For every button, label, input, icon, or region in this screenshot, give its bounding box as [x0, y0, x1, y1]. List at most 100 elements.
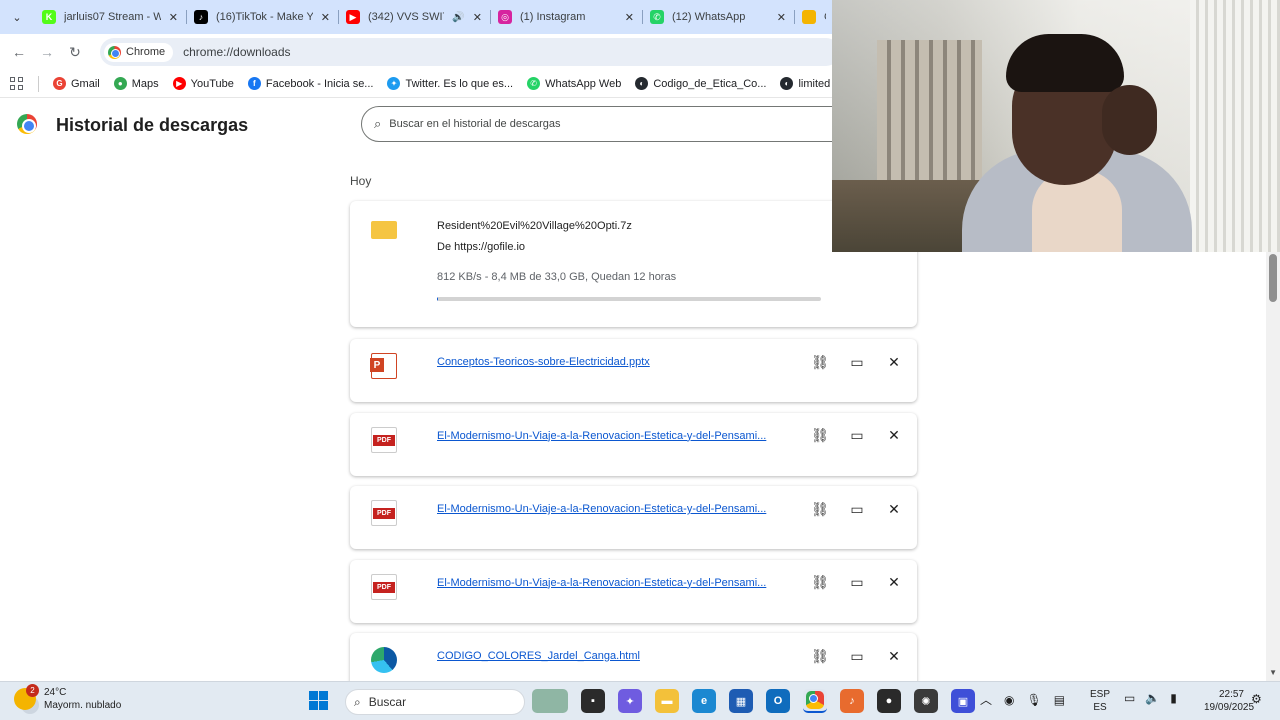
show-in-folder-icon[interactable]: ▭: [848, 574, 866, 592]
show-in-folder-icon[interactable]: ▭: [848, 427, 866, 445]
tab-title: (342) VVS SWITC: [368, 11, 444, 23]
powerpoint-file-icon: [370, 353, 397, 379]
volume-icon: 🔈: [1145, 691, 1161, 705]
download-status: 812 KB/s - 8,4 MB de 33,0 GB, Quedan 12 …: [437, 271, 677, 283]
address-url[interactable]: chrome://downloads: [183, 45, 290, 59]
speaker-icon[interactable]: 🔊: [452, 12, 464, 23]
cloudy-weather-icon: 2: [14, 684, 39, 710]
copy-link-icon[interactable]: ⛓: [811, 500, 829, 518]
tiktok-icon: ♪: [194, 10, 208, 24]
page-scrollbar[interactable]: [1266, 252, 1280, 682]
browser-tab[interactable]: Kjarluis07 Stream - W ✕: [34, 0, 186, 34]
weather-widget[interactable]: 2 24°C Mayorm. nublado: [14, 684, 122, 712]
twitter-icon: ✦: [387, 77, 401, 90]
bookmark-item[interactable]: G Gmail: [53, 77, 100, 90]
download-source[interactable]: De https://gofile.io: [437, 241, 525, 253]
close-icon[interactable]: ✕: [625, 11, 634, 24]
pdf-file-icon: [371, 426, 397, 453]
show-in-folder-icon[interactable]: ▭: [848, 353, 866, 371]
close-icon[interactable]: ✕: [169, 11, 178, 24]
taskbar-search[interactable]: ⌕ Buscar: [345, 689, 525, 715]
close-icon[interactable]: ✕: [777, 11, 786, 24]
tray-app-icon[interactable]: ▤: [1054, 693, 1065, 707]
task-view-icon[interactable]: ▪: [581, 689, 605, 713]
edge-file-icon: [371, 647, 397, 673]
weather-desc: Mayorm. nublado: [44, 700, 122, 711]
download-file-link[interactable]: Conceptos-Teoricos-sobre-Electricidad.pp…: [437, 356, 650, 368]
taskbar-search-label: Buscar: [368, 695, 407, 709]
remove-close-icon[interactable]: ✕: [885, 574, 903, 592]
remove-close-icon[interactable]: ✕: [885, 353, 903, 371]
download-actions: ⛓ ▭ ✕: [811, 574, 903, 592]
app-icon[interactable]: ✺: [914, 689, 938, 713]
download-file-link[interactable]: El-Modernismo-Un-Viaje-a-la-Renovacion-E…: [437, 430, 766, 442]
scrollbar-thumb[interactable]: [1269, 254, 1277, 302]
keyboard-layout: ES: [1093, 702, 1107, 713]
remove-close-icon[interactable]: ✕: [885, 647, 903, 665]
remove-close-icon[interactable]: ✕: [885, 500, 903, 518]
download-file-link[interactable]: El-Modernismo-Un-Viaje-a-la-Renovacion-E…: [437, 577, 766, 589]
microphone-app-icon[interactable]: ♪: [840, 689, 864, 713]
settings-gear-icon[interactable]: ⚙: [1251, 692, 1262, 706]
address-bar[interactable]: Chrome chrome://downloads: [100, 38, 840, 66]
reload-icon[interactable]: ↻: [64, 41, 86, 63]
download-file-link[interactable]: El-Modernismo-Un-Viaje-a-la-Renovacion-E…: [437, 503, 766, 515]
bookmark-label: Facebook - Inicia se...: [265, 77, 374, 90]
copy-link-icon[interactable]: ⛓: [811, 574, 829, 592]
chrome-taskbar-icon[interactable]: [803, 689, 827, 713]
site-info-chip[interactable]: Chrome: [104, 42, 174, 62]
quick-settings[interactable]: ▭ 🔈 ▮: [1124, 691, 1177, 705]
apps-grid-icon[interactable]: [10, 76, 24, 91]
show-in-folder-icon[interactable]: ▭: [848, 647, 866, 665]
close-icon[interactable]: ✕: [473, 11, 482, 24]
windows-start-icon[interactable]: [309, 691, 328, 710]
browser-tab[interactable]: Go: [794, 0, 834, 34]
browser-tab[interactable]: ◎ (1) Instagram ✕: [490, 0, 642, 34]
scroll-down-arrow-icon[interactable]: ▼: [1269, 668, 1277, 677]
webcam-person-hair: [1006, 34, 1124, 92]
file-explorer-icon[interactable]: ▬: [655, 689, 679, 713]
copy-link-icon[interactable]: ⛓: [811, 427, 829, 445]
pdf-file-icon: [371, 573, 397, 600]
microphone-icon[interactable]: 🎙: [1027, 693, 1042, 707]
language-indicator[interactable]: ESP ES: [1090, 688, 1110, 714]
browser-tab[interactable]: ▶ (342) VVS SWITC 🔊 ✕: [338, 0, 490, 34]
chrome-logo-icon: [806, 691, 824, 709]
copy-link-icon[interactable]: ⛓: [811, 353, 829, 371]
outlook-icon[interactable]: O: [766, 689, 790, 713]
chevron-up-icon[interactable]: ︿: [980, 691, 992, 708]
store-icon[interactable]: ▦: [729, 689, 753, 713]
copilot-icon[interactable]: ✦: [618, 689, 642, 713]
bookmark-item[interactable]: ▶ YouTube: [172, 77, 234, 90]
app-icon[interactable]: ▣: [951, 689, 975, 713]
kick-icon: K: [42, 10, 56, 24]
back-arrow-icon[interactable]: ←: [8, 41, 30, 63]
edge-icon[interactable]: e: [692, 689, 716, 713]
download-item: El-Modernismo-Un-Viaje-a-la-Renovacion-E…: [350, 412, 917, 476]
tab-title: Go: [824, 11, 826, 23]
bookmark-item[interactable]: ● Maps: [113, 77, 159, 90]
show-in-folder-icon[interactable]: ▭: [848, 500, 866, 518]
browser-tab[interactable]: ♪ (16)TikTok - Make Yo ✕: [186, 0, 338, 34]
site-info-chip-label: Chrome: [126, 46, 166, 58]
tab-search-chevron-icon[interactable]: ⌄: [0, 0, 34, 34]
copy-link-icon[interactable]: ⛓: [811, 647, 829, 665]
download-actions: ⛓ ▭ ✕: [811, 500, 903, 518]
bing-game-icon[interactable]: [532, 689, 568, 713]
tray-app-icon[interactable]: ◉: [1004, 693, 1014, 707]
system-tray: ︿ ◉ 🎙 ▤: [980, 691, 1065, 708]
search-icon: ⌕: [354, 694, 361, 709]
browser-tab[interactable]: ✆ (12) WhatsApp ✕: [642, 0, 794, 34]
bookmark-item[interactable]: f Facebook - Inicia se...: [247, 77, 374, 90]
forward-arrow-icon[interactable]: →: [36, 41, 58, 63]
download-file-link[interactable]: CODIGO_COLORES_Jardel_Canga.html: [437, 650, 640, 662]
remove-close-icon[interactable]: ✕: [885, 427, 903, 445]
close-icon[interactable]: ✕: [321, 11, 330, 24]
clock[interactable]: 22:57 19/09/2025: [1204, 688, 1254, 714]
app-icon[interactable]: ●: [877, 689, 901, 713]
bookmark-item[interactable]: ◐ Codigo_de_Etica_Co...: [635, 77, 766, 90]
bookmark-label: YouTube: [190, 77, 234, 90]
gmail-icon: G: [53, 77, 66, 90]
bookmark-item[interactable]: ✦ Twitter. Es lo que es...: [387, 77, 513, 90]
bookmark-item[interactable]: ✆ WhatsApp Web: [527, 77, 621, 90]
